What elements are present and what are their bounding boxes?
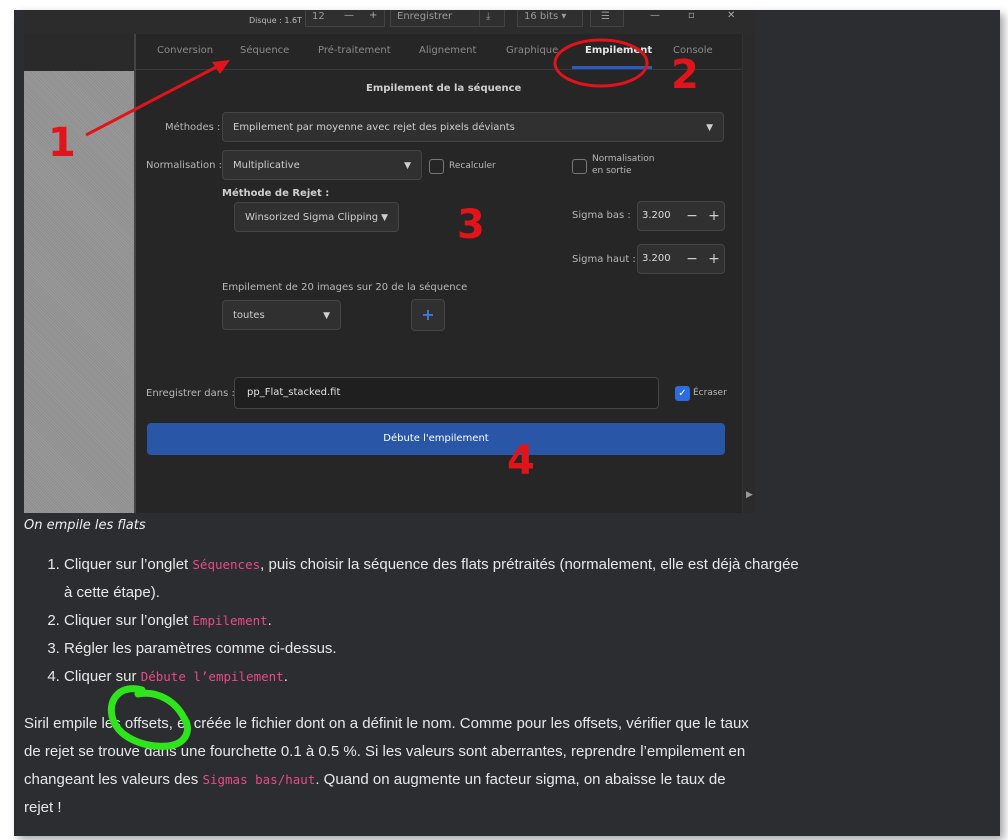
annotation-2: 2 bbox=[671, 52, 699, 98]
list-item: Cliquer sur l’onglet Empilement. bbox=[64, 607, 804, 635]
inline-code: Sigmas bas/haut bbox=[202, 772, 316, 787]
red-circle bbox=[553, 38, 649, 88]
step-text: . bbox=[283, 668, 288, 685]
green-scribble bbox=[107, 685, 191, 750]
annotation-layer bbox=[85, 38, 649, 137]
annotation-3: 3 bbox=[457, 202, 485, 248]
step-text: Cliquer sur l’onglet bbox=[64, 556, 193, 573]
article-page: Disque : 1.6T 12 — + Enregistrer ⤓ 16 bi… bbox=[14, 10, 1000, 836]
image-caption: On empile les flats bbox=[24, 518, 146, 533]
list-item: Cliquer sur l’onglet Séquences, puis cho… bbox=[64, 551, 804, 607]
list-item: Régler les paramètres comme ci-dessus. bbox=[64, 635, 804, 663]
annotation-4: 4 bbox=[507, 438, 535, 484]
steps-list: Cliquer sur l’onglet Séquences, puis cho… bbox=[24, 551, 804, 691]
siril-screenshot: Disque : 1.6T 12 — + Enregistrer ⤓ 16 bi… bbox=[24, 10, 755, 513]
red-arrow-shaft bbox=[85, 62, 223, 137]
inline-code: Séquences bbox=[192, 557, 261, 572]
annotation-1: 1 bbox=[48, 120, 76, 166]
step-text: . bbox=[267, 612, 272, 629]
step-text: Cliquer sur l’onglet bbox=[64, 612, 193, 629]
inline-code: Empilement bbox=[192, 613, 268, 628]
